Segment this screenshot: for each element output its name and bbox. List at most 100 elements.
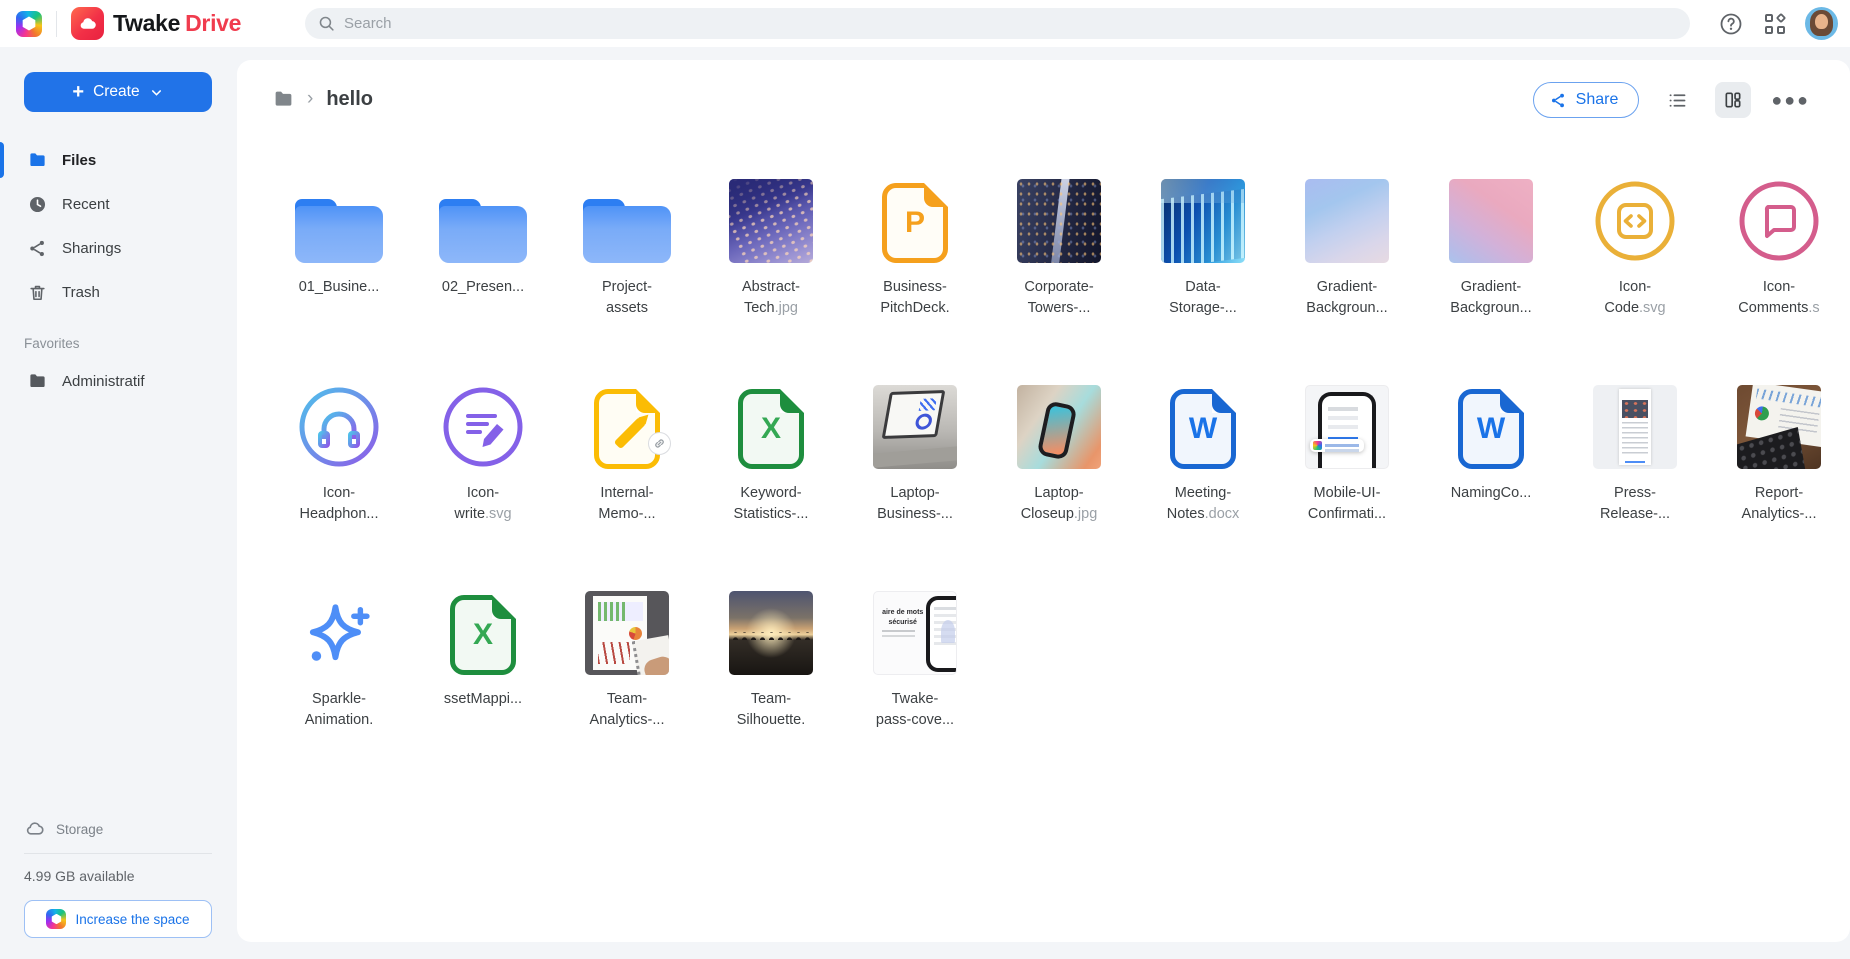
file-icon-area: P — [882, 177, 948, 263]
increase-space-button[interactable]: Increase the space — [24, 900, 212, 938]
thumbnail — [1305, 385, 1389, 469]
spreadsheet-file-icon: X — [738, 389, 804, 469]
brand-name: Twake — [113, 10, 180, 36]
search-bar[interactable] — [305, 8, 1690, 39]
pencil-icon — [614, 417, 647, 450]
file-name: NamingCo... — [1451, 483, 1532, 504]
file-tile[interactable]: Abstract-Tech.jpg — [699, 177, 843, 361]
sparkle-icon — [301, 599, 377, 675]
sidebar-item-label: Files — [62, 152, 96, 169]
file-tile[interactable]: 02_Presen... — [411, 177, 555, 361]
file-tile[interactable]: XKeyword-Statistics-... — [699, 383, 843, 567]
app-launcher-icon[interactable] — [16, 11, 42, 37]
file-tile[interactable]: Project-assets — [555, 177, 699, 361]
file-icon-area: W — [1458, 383, 1524, 469]
root-folder-icon[interactable] — [273, 89, 294, 110]
folder-icon — [28, 372, 47, 391]
help-icon — [1719, 12, 1743, 36]
file-name-line2: Headphon... — [299, 506, 378, 522]
file-tile[interactable]: aire de motssécuriséTwake-pass-cove... — [843, 589, 987, 773]
file-icon-area — [1017, 383, 1101, 469]
word-file-icon: W — [1170, 389, 1236, 469]
file-name-line2: Confirmati... — [1308, 506, 1386, 522]
file-extension: .svg — [485, 506, 512, 522]
file-name-line1: Icon- — [467, 485, 499, 501]
file-name: Icon-write.svg — [454, 483, 511, 525]
file-icon-area — [1305, 177, 1389, 263]
thumbnail — [1449, 179, 1533, 263]
file-tile[interactable]: Gradient-Backgroun... — [1419, 177, 1563, 361]
file-name: Internal-Memo-... — [598, 483, 655, 525]
file-name: Icon-Code.svg — [1604, 277, 1665, 319]
thumbnail — [1593, 385, 1677, 469]
content-panel: › hello Share ●●● 01_Busine... 02_Presen.… — [237, 60, 1850, 942]
sidebar: + Create Files Recent Sharings Trash Fav… — [0, 47, 237, 959]
file-grid: 01_Busine...02_Presen...Project-assetsAb… — [267, 177, 1850, 773]
file-tile[interactable]: Icon-write.svg — [411, 383, 555, 567]
breadcrumb: › hello — [273, 88, 373, 111]
favorites-section-label: Favorites — [24, 336, 237, 351]
file-tile[interactable]: 01_Busine... — [267, 177, 411, 361]
file-tile[interactable]: Mobile-UI-Confirmati... — [1275, 383, 1419, 567]
file-tile[interactable]: Sparkle-Animation. — [267, 589, 411, 773]
file-tile[interactable]: Icon-Comments.s — [1707, 177, 1850, 361]
brand-title: TwakeDrive — [113, 10, 241, 37]
file-icon-area: W — [1170, 383, 1236, 469]
file-tile[interactable]: Team-Analytics-... — [555, 589, 699, 773]
file-name-line1: Icon- — [1763, 279, 1795, 295]
file-tile[interactable]: Icon-Code.svg — [1563, 177, 1707, 361]
increase-space-label: Increase the space — [75, 912, 189, 927]
file-name-line2: Statistics-... — [734, 506, 809, 522]
file-tile[interactable]: Icon-Headphon... — [267, 383, 411, 567]
thumbnail — [1305, 179, 1389, 263]
file-icon-area: aire de motssécurisé — [873, 589, 957, 675]
thumbnail: aire de motssécurisé — [873, 591, 957, 675]
more-options-button[interactable]: ●●● — [1771, 90, 1810, 111]
file-tile[interactable]: Press-Release-... — [1563, 383, 1707, 567]
twake-logo[interactable] — [71, 7, 104, 40]
sidebar-item-recent[interactable]: Recent — [0, 182, 237, 226]
apps-grid-button[interactable] — [1761, 10, 1789, 38]
file-name-line1: Abstract- — [742, 279, 800, 295]
sidebar-item-trash[interactable]: Trash — [0, 270, 237, 314]
file-tile[interactable]: Gradient-Backgroun... — [1275, 177, 1419, 361]
file-name-line2: Silhouette. — [737, 712, 806, 728]
sidebar-item-sharings[interactable]: Sharings — [0, 226, 237, 270]
sidebar-nav: Files Recent Sharings Trash — [0, 138, 237, 314]
file-extension: .jpg — [1074, 506, 1097, 522]
file-tile[interactable]: Laptop-Business-... — [843, 383, 987, 567]
file-tile[interactable]: Laptop-Closeup.jpg — [987, 383, 1131, 567]
file-name-line1: Gradient- — [1461, 279, 1521, 295]
file-icon-area — [1161, 177, 1245, 263]
file-tile[interactable]: Internal-Memo-... — [555, 383, 699, 567]
file-name: 02_Presen... — [442, 277, 524, 298]
help-button[interactable] — [1717, 10, 1745, 38]
file-tile[interactable]: WMeeting-Notes.docx — [1131, 383, 1275, 567]
file-name: ssetMappi... — [444, 689, 522, 710]
file-tile[interactable]: Corporate-Towers-... — [987, 177, 1131, 361]
search-input[interactable] — [344, 15, 1579, 32]
file-name-line1: Team- — [607, 691, 647, 707]
sidebar-item-administratif[interactable]: Administratif — [0, 359, 237, 403]
list-view-button[interactable] — [1659, 82, 1695, 118]
file-tile[interactable]: Report-Analytics-... — [1707, 383, 1850, 567]
file-extension: .svg — [1639, 300, 1666, 316]
grid-view-button[interactable] — [1715, 82, 1751, 118]
share-button[interactable]: Share — [1533, 82, 1640, 118]
file-name-line2: write.svg — [454, 506, 511, 522]
file-name-line2: Storage-... — [1169, 300, 1237, 316]
create-button[interactable]: + Create — [24, 72, 212, 112]
memo-file-icon — [594, 389, 660, 469]
file-tile[interactable]: XssetMappi... — [411, 589, 555, 773]
user-avatar[interactable] — [1805, 7, 1838, 40]
file-tile[interactable]: PBusiness-PitchDeck. — [843, 177, 987, 361]
file-icon-area — [1017, 177, 1101, 263]
file-tile[interactable]: W NamingCo... — [1419, 383, 1563, 567]
file-name-line1: Icon- — [1619, 279, 1651, 295]
storage-divider — [24, 853, 212, 854]
file-tile[interactable]: Data-Storage-... — [1131, 177, 1275, 361]
storage-label: Storage — [56, 822, 103, 837]
sidebar-item-files[interactable]: Files — [0, 138, 237, 182]
file-name-line2: Business-... — [877, 506, 953, 522]
file-tile[interactable]: Team-Silhouette. — [699, 589, 843, 773]
